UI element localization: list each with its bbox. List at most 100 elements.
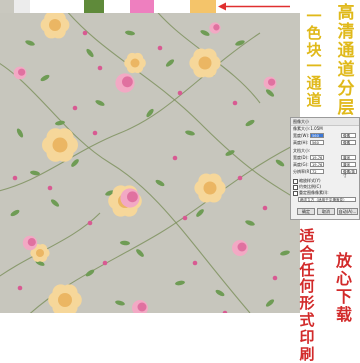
rose-bud [262,205,268,211]
rose-center [137,302,147,312]
rose-bud [47,185,53,191]
text-char: 分 [337,79,355,100]
leaf [40,74,50,82]
ok-button[interactable]: 确定 [297,208,315,215]
doc-height-label: 高度(G): [293,162,309,167]
peony-center [49,19,61,31]
constrain-label: 约束比例(C) [299,184,321,189]
doc-height-unit-select[interactable]: 厘米 [341,162,356,167]
resample-mode-select[interactable]: 两次立方（适用于平滑渐变） [298,197,356,202]
rose-bud [12,175,18,181]
leaf [25,40,35,46]
color-swatch [104,0,130,13]
leaf [86,48,94,58]
width-unit-select[interactable]: 像素 [341,133,356,138]
leaf [280,250,290,256]
rose-bud [237,175,243,181]
floral-pattern-preview [0,13,300,313]
text-char: 式 [299,310,315,329]
color-swatch [30,0,84,13]
headline-right: 高清通道分层 [334,3,358,119]
text-char: 通 [306,74,322,93]
resolution-unit-select[interactable]: 像素/英寸 [341,169,357,178]
rose-center [126,191,138,203]
cancel-button[interactable]: 取消 [317,208,335,215]
text-char: 放 [335,251,352,270]
leaf [245,220,255,226]
vine-stem [67,13,300,202]
leaf [225,150,235,156]
rose-center [213,24,220,31]
text-char: 道 [337,60,355,81]
doc-width-unit-select[interactable]: 厘米 [341,155,356,160]
text-char: 高 [337,3,355,23]
leaf [16,128,24,138]
scale-styles-label: 缩放样式(Y) [299,178,321,183]
text-char: 层 [337,98,355,119]
color-swatch [130,0,154,13]
pixel-dimensions-header: 像素大小:1.05M [293,126,323,131]
resample-option[interactable]: 重定图像像素(I): [293,190,329,196]
width-label: 宽度(W): [293,133,310,138]
resolution-input[interactable]: 72 [310,169,324,174]
rose-bud [157,45,163,51]
doc-height-input[interactable]: 19.76 [310,162,324,167]
text-char: 道 [306,90,322,109]
leaf [10,209,20,217]
rose-bud [87,220,93,226]
text-char: 载 [335,304,352,324]
rose-center [122,76,133,88]
text-char: 色 [306,23,322,42]
leaf [55,120,65,126]
peony-center [203,181,217,195]
height-input[interactable]: 560 [310,140,324,145]
color-swatch [190,0,216,13]
text-char: 形 [299,294,315,313]
rose-bud [222,310,228,313]
leaf [185,130,195,136]
color-swatch [154,0,190,13]
bottom-right-text: 放心下载 [332,252,356,324]
leaf [115,300,125,306]
height-unit-select[interactable]: 像素 [341,140,356,145]
rose-bud [17,285,23,291]
doc-width-input[interactable]: 19.76 [310,155,324,160]
leaf [175,280,185,286]
document-size-header: 文档大小: [293,148,311,153]
dialog-title: 图像大小 [291,118,359,126]
checkbox-icon[interactable] [293,184,298,190]
leaf [275,159,285,167]
rose-bud [82,30,88,36]
rose-bud [72,105,78,111]
leaf [265,89,275,97]
text-char: 适 [299,227,315,245]
rose-center [27,238,36,247]
width-input[interactable]: 560 [310,133,324,138]
peony-center [36,249,44,257]
checkbox-icon[interactable] [293,190,298,196]
peony-center [52,137,68,153]
leaf [71,159,79,167]
rose-bud [182,215,188,221]
text-char: 通 [337,41,355,62]
text-char: 下 [335,286,352,306]
checkbox-icon[interactable] [293,178,298,184]
leaf [235,40,245,46]
image-size-dialog: 图像大小 像素大小:1.05M 宽度(W): 560 像素 高度(H): 560… [290,117,360,220]
leaf [265,299,275,307]
color-swatch [14,0,30,13]
doc-width-label: 宽度(D): [293,155,309,160]
arrow-head [218,2,226,11]
headline-left: 一色块一通道 [303,8,325,109]
leaf [155,179,165,187]
leaf [215,289,225,297]
rose-bud [177,90,183,96]
text-char: 印 [299,327,315,346]
peony-center [58,293,72,307]
rose-center [237,242,247,252]
rose-bud [102,260,108,266]
color-swatch [84,0,104,13]
vine-stem [0,212,101,277]
leaf [95,100,105,106]
auto-button[interactable]: 自动(A)... [337,208,358,215]
